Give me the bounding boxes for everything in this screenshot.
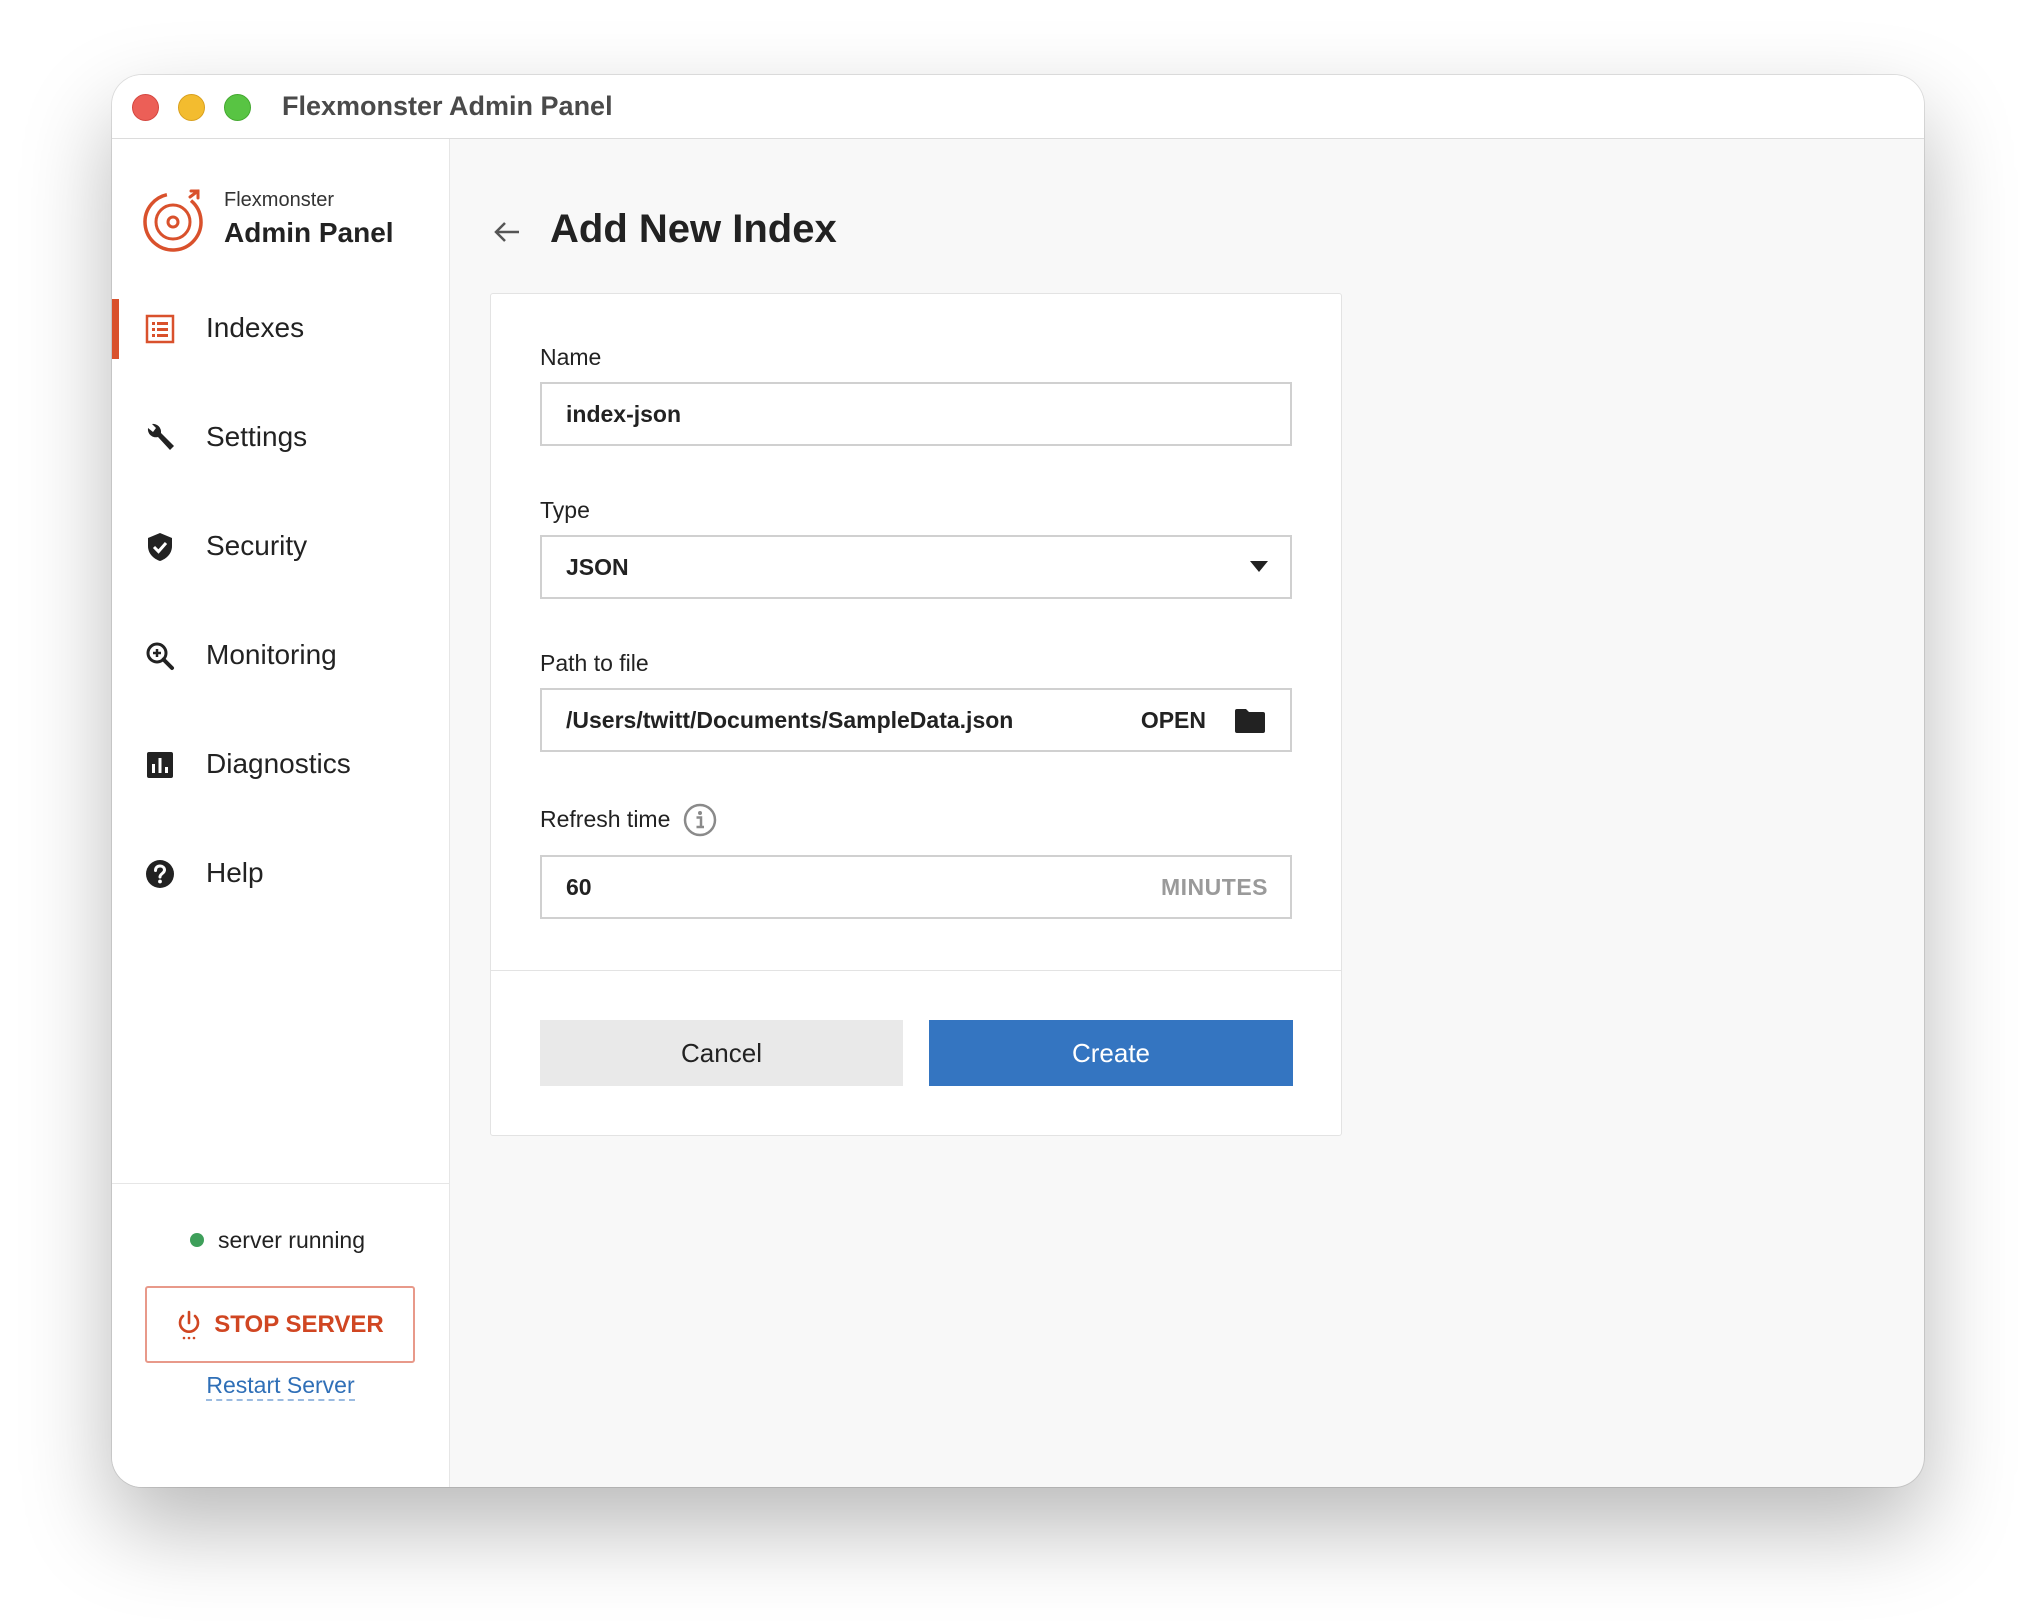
close-window-button[interactable] [132, 94, 159, 121]
name-input[interactable]: index-json [540, 382, 1292, 446]
path-label: Path to file [540, 650, 649, 676]
sidebar-item-label: Diagnostics [206, 748, 351, 779]
name-label: Name [540, 344, 602, 370]
server-status: server running [190, 1227, 365, 1254]
sidebar-divider [112, 1183, 449, 1184]
dropdown-arrow-icon [1250, 561, 1268, 572]
list-icon [145, 314, 175, 344]
refresh-time-label: Refresh time [540, 803, 717, 837]
cancel-button[interactable]: Cancel [540, 1020, 903, 1086]
restart-server-link-wrap: Restart Server [112, 1372, 449, 1401]
sidebar-item-label: Monitoring [206, 639, 337, 670]
refresh-time-unit: MINUTES [1161, 874, 1268, 900]
sidebar-item-monitoring[interactable]: Monitoring [112, 626, 449, 735]
sidebar-item-label: Settings [206, 421, 308, 452]
bar-chart-icon [147, 752, 173, 778]
brand-title: Admin Panel [224, 217, 394, 248]
refresh-time-value: 60 [566, 874, 592, 900]
app-window: Flexmonster Admin Panel Flexmonster Admi… [112, 75, 1924, 1487]
sidebar-item-label: Security [206, 530, 308, 561]
info-icon[interactable] [683, 803, 717, 837]
add-index-form: Name index-json Type JSON Path to file /… [490, 293, 1342, 1136]
shield-check-icon [148, 533, 172, 561]
sidebar-item-label: Help [206, 857, 264, 888]
stop-server-label: STOP SERVER [214, 1310, 384, 1338]
title-bar: Flexmonster Admin Panel [112, 75, 1924, 139]
brand-small-text: Flexmonster [224, 189, 335, 211]
open-file-button[interactable]: OPEN [1141, 707, 1206, 734]
stop-server-button[interactable]: STOP SERVER [145, 1286, 415, 1363]
form-divider [491, 970, 1341, 971]
page-title: Add New Index [550, 207, 837, 251]
magnifier-icon [146, 642, 174, 670]
sidebar-item-indexes[interactable]: Indexes [112, 299, 449, 408]
refresh-time-input[interactable]: 60 MINUTES [540, 855, 1292, 919]
type-label: Type [540, 497, 590, 523]
create-button[interactable]: Create [929, 1020, 1293, 1086]
wrench-icon [147, 423, 174, 450]
power-icon [179, 1310, 200, 1339]
restart-server-link[interactable]: Restart Server [206, 1372, 355, 1401]
type-select[interactable]: JSON [540, 535, 1292, 599]
question-icon [146, 860, 174, 888]
back-arrow-icon[interactable] [492, 217, 522, 247]
folder-icon[interactable] [1234, 708, 1266, 734]
sidebar-item-help[interactable]: Help [112, 844, 449, 953]
sidebar-nav: Indexes Settings Security Monitoring Dia… [112, 299, 449, 953]
main-content: Add New Index Name index-json Type JSON … [450, 139, 1924, 1487]
flexmonster-logo-icon [143, 189, 203, 252]
server-status-text: server running [218, 1227, 366, 1253]
sidebar-item-security[interactable]: Security [112, 517, 449, 626]
brand: Flexmonster Admin Panel [142, 187, 432, 259]
window-title: Flexmonster Admin Panel [282, 91, 613, 121]
path-input[interactable]: /Users/twitt/Documents/SampleData.json O… [540, 688, 1292, 752]
zoom-window-button[interactable] [224, 94, 251, 121]
status-dot-icon [190, 1233, 204, 1247]
refresh-time-label-text: Refresh time [540, 806, 671, 832]
path-input-value: /Users/twitt/Documents/SampleData.json [566, 707, 1014, 733]
minimize-window-button[interactable] [178, 94, 205, 121]
sidebar: Flexmonster Admin Panel Indexes Settings… [112, 139, 450, 1487]
type-select-value: JSON [566, 554, 629, 580]
sidebar-item-settings[interactable]: Settings [112, 408, 449, 517]
sidebar-item-label: Indexes [206, 312, 305, 343]
name-input-value: index-json [566, 401, 682, 427]
sidebar-item-diagnostics[interactable]: Diagnostics [112, 735, 449, 844]
